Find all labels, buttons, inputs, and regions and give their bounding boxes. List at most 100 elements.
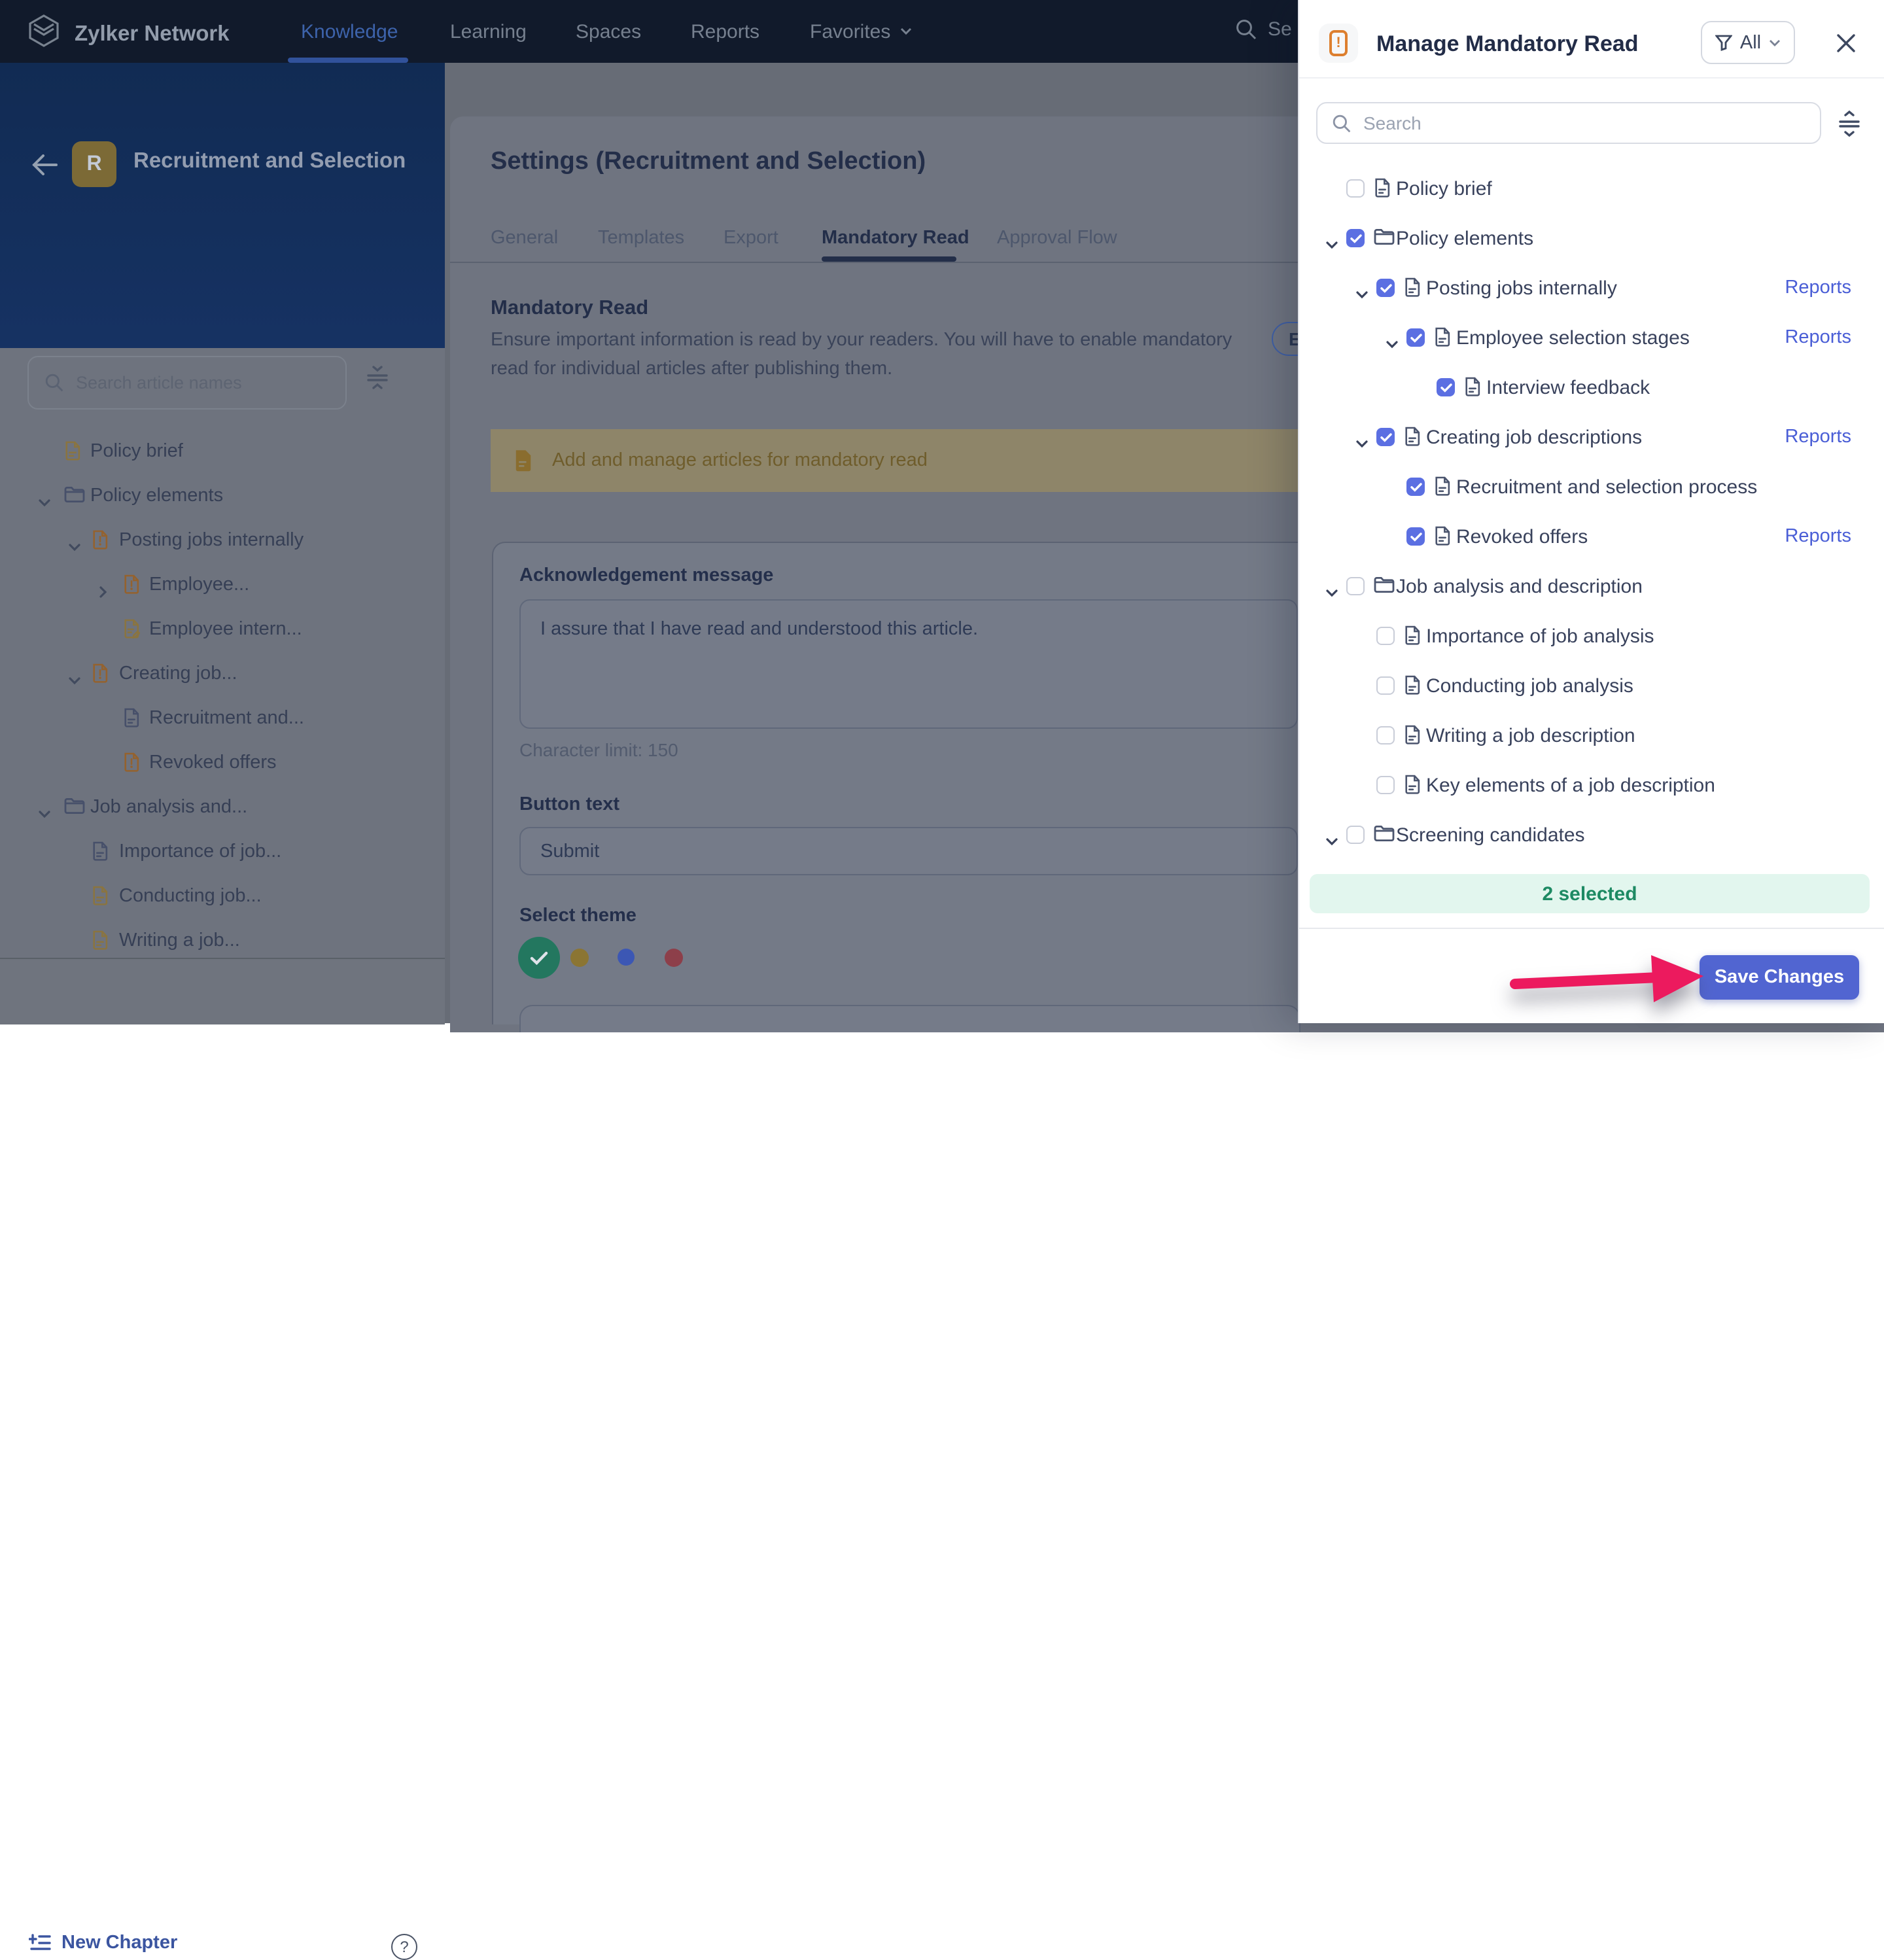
document-icon bbox=[92, 886, 109, 912]
panel-tree-item[interactable]: Policy elements bbox=[1298, 219, 1884, 258]
annotation-arrow bbox=[1505, 945, 1727, 1013]
check-icon bbox=[1410, 532, 1422, 541]
chevron-down-icon[interactable] bbox=[1325, 233, 1338, 256]
document-icon bbox=[1404, 675, 1421, 701]
checkbox-checked[interactable] bbox=[1406, 328, 1425, 347]
check-icon bbox=[1380, 283, 1391, 292]
panel-tree-item[interactable]: Importance of job analysis bbox=[1298, 616, 1884, 656]
panel-tree-item[interactable]: Conducting job analysis bbox=[1298, 666, 1884, 705]
tree-item-label: Creating job descriptions bbox=[1426, 427, 1642, 449]
checkbox-checked[interactable] bbox=[1346, 229, 1365, 247]
doc-icon bbox=[1374, 178, 1391, 198]
reports-link[interactable]: Reports bbox=[1785, 327, 1851, 348]
selected-count-badge: 2 selected bbox=[1310, 874, 1870, 913]
document-icon bbox=[1404, 427, 1421, 453]
document-icon bbox=[1404, 725, 1421, 751]
help-icon[interactable]: ? bbox=[391, 1934, 417, 1960]
chevron-down-icon bbox=[1325, 589, 1338, 598]
checkbox-checked[interactable] bbox=[1406, 478, 1425, 496]
checkbox-checked[interactable] bbox=[1376, 279, 1395, 297]
chevron-down-icon[interactable] bbox=[1325, 581, 1338, 604]
folder-icon bbox=[1374, 576, 1395, 593]
document-icon bbox=[1434, 476, 1451, 502]
panel-tree-item[interactable]: Job analysis and description bbox=[1298, 567, 1884, 606]
partial-bottom-box bbox=[519, 1005, 1300, 1032]
check-icon bbox=[1410, 333, 1422, 342]
panel-tree-item[interactable]: Screening candidates bbox=[1298, 815, 1884, 854]
checkbox-unchecked[interactable] bbox=[1346, 577, 1365, 595]
reports-link[interactable]: Reports bbox=[1785, 427, 1851, 447]
check-icon bbox=[530, 951, 548, 965]
checkbox-unchecked[interactable] bbox=[1376, 676, 1395, 695]
panel-tree-item[interactable]: Policy brief bbox=[1298, 169, 1884, 208]
reports-link[interactable]: Reports bbox=[1785, 277, 1851, 298]
doc-icon bbox=[92, 930, 109, 950]
sidebar-tree-item[interactable]: Writing a job... bbox=[0, 921, 445, 960]
tree-item-label: Importance of job analysis bbox=[1426, 625, 1654, 648]
folder-icon bbox=[1374, 824, 1395, 841]
tree-item-label: Policy elements bbox=[1396, 228, 1533, 250]
panel-tree-item[interactable]: Revoked offers Reports bbox=[1298, 517, 1884, 556]
tree-item-label: Employee selection stages bbox=[1456, 327, 1690, 349]
check-icon bbox=[1440, 383, 1452, 392]
doc-icon bbox=[1434, 526, 1451, 546]
doc-icon bbox=[1404, 775, 1421, 794]
checkbox-unchecked[interactable] bbox=[1346, 179, 1365, 198]
checkbox-unchecked[interactable] bbox=[1376, 627, 1395, 645]
doc-icon bbox=[1434, 327, 1451, 347]
doc-icon bbox=[1464, 377, 1481, 396]
tree-item-label: Interview feedback bbox=[1486, 377, 1650, 399]
checkbox-checked[interactable] bbox=[1437, 378, 1455, 396]
doc-icon bbox=[1434, 476, 1451, 496]
tree-item-label: Key elements of a job description bbox=[1426, 775, 1715, 797]
panel-footer-divider bbox=[1299, 928, 1884, 929]
sidebar-tree-item[interactable]: Conducting job... bbox=[0, 877, 445, 916]
doc-icon bbox=[1404, 625, 1421, 645]
new-chapter-button[interactable]: New Chapter bbox=[29, 1933, 177, 1953]
chevron-down-icon bbox=[1325, 837, 1338, 847]
panel-tree-item[interactable]: Writing a job description bbox=[1298, 716, 1884, 755]
panel-article-tree: Policy brief Policy elements Posting jobs … bbox=[0, 0, 1884, 864]
tree-item-label: Conducting job... bbox=[119, 886, 262, 907]
panel-tree-item[interactable]: Creating job descriptions Reports bbox=[1298, 417, 1884, 457]
chevron-down-icon[interactable] bbox=[1355, 283, 1369, 306]
tree-item-label: Screening candidates bbox=[1396, 824, 1585, 847]
chevron-down-icon[interactable] bbox=[1386, 332, 1399, 356]
doc-icon bbox=[1404, 427, 1421, 446]
folder-icon bbox=[1374, 824, 1395, 848]
panel-tree-item[interactable]: Posting jobs internallyReports bbox=[1298, 268, 1884, 307]
tree-item-label: Recruitment and selection process bbox=[1456, 476, 1757, 499]
checkbox-checked[interactable] bbox=[1376, 428, 1395, 446]
check-icon bbox=[1380, 432, 1391, 442]
doc-icon bbox=[92, 886, 109, 905]
tree-item-label: Conducting job analysis bbox=[1426, 675, 1633, 697]
tree-item-label: Writing a job description bbox=[1426, 725, 1635, 747]
chevron-down-icon[interactable] bbox=[1325, 830, 1338, 853]
doc-icon bbox=[1404, 675, 1421, 695]
document-icon bbox=[1434, 526, 1451, 552]
theme-swatch-green-selected[interactable] bbox=[518, 937, 560, 979]
chevron-down-icon bbox=[1325, 241, 1338, 250]
chevron-down-icon bbox=[1386, 340, 1399, 349]
document-icon bbox=[1464, 377, 1481, 403]
theme-swatch-gold[interactable] bbox=[570, 949, 589, 967]
panel-tree-item[interactable]: Recruitment and selection process bbox=[1298, 467, 1884, 506]
chevron-down-icon bbox=[1355, 440, 1369, 449]
checkbox-checked[interactable] bbox=[1406, 527, 1425, 546]
checkbox-unchecked[interactable] bbox=[1346, 826, 1365, 844]
checkbox-unchecked[interactable] bbox=[1376, 776, 1395, 794]
panel-tree-item[interactable]: Employee selection stages Reports bbox=[1298, 318, 1884, 357]
reports-link[interactable]: Reports bbox=[1785, 526, 1851, 547]
select-theme-label: Select theme bbox=[519, 905, 637, 926]
theme-swatch-red[interactable] bbox=[665, 949, 683, 967]
tree-item-label: Revoked offers bbox=[1456, 526, 1588, 548]
checkbox-unchecked[interactable] bbox=[1376, 726, 1395, 744]
document-icon bbox=[1374, 178, 1391, 204]
chevron-down-icon[interactable] bbox=[1355, 432, 1369, 455]
document-icon bbox=[1404, 277, 1421, 304]
panel-tree-item[interactable]: Interview feedback bbox=[1298, 368, 1884, 407]
document-icon bbox=[1404, 775, 1421, 801]
folder-icon bbox=[1374, 228, 1395, 251]
theme-swatch-blue[interactable] bbox=[618, 949, 635, 966]
panel-tree-item[interactable]: Key elements of a job description bbox=[1298, 765, 1884, 805]
